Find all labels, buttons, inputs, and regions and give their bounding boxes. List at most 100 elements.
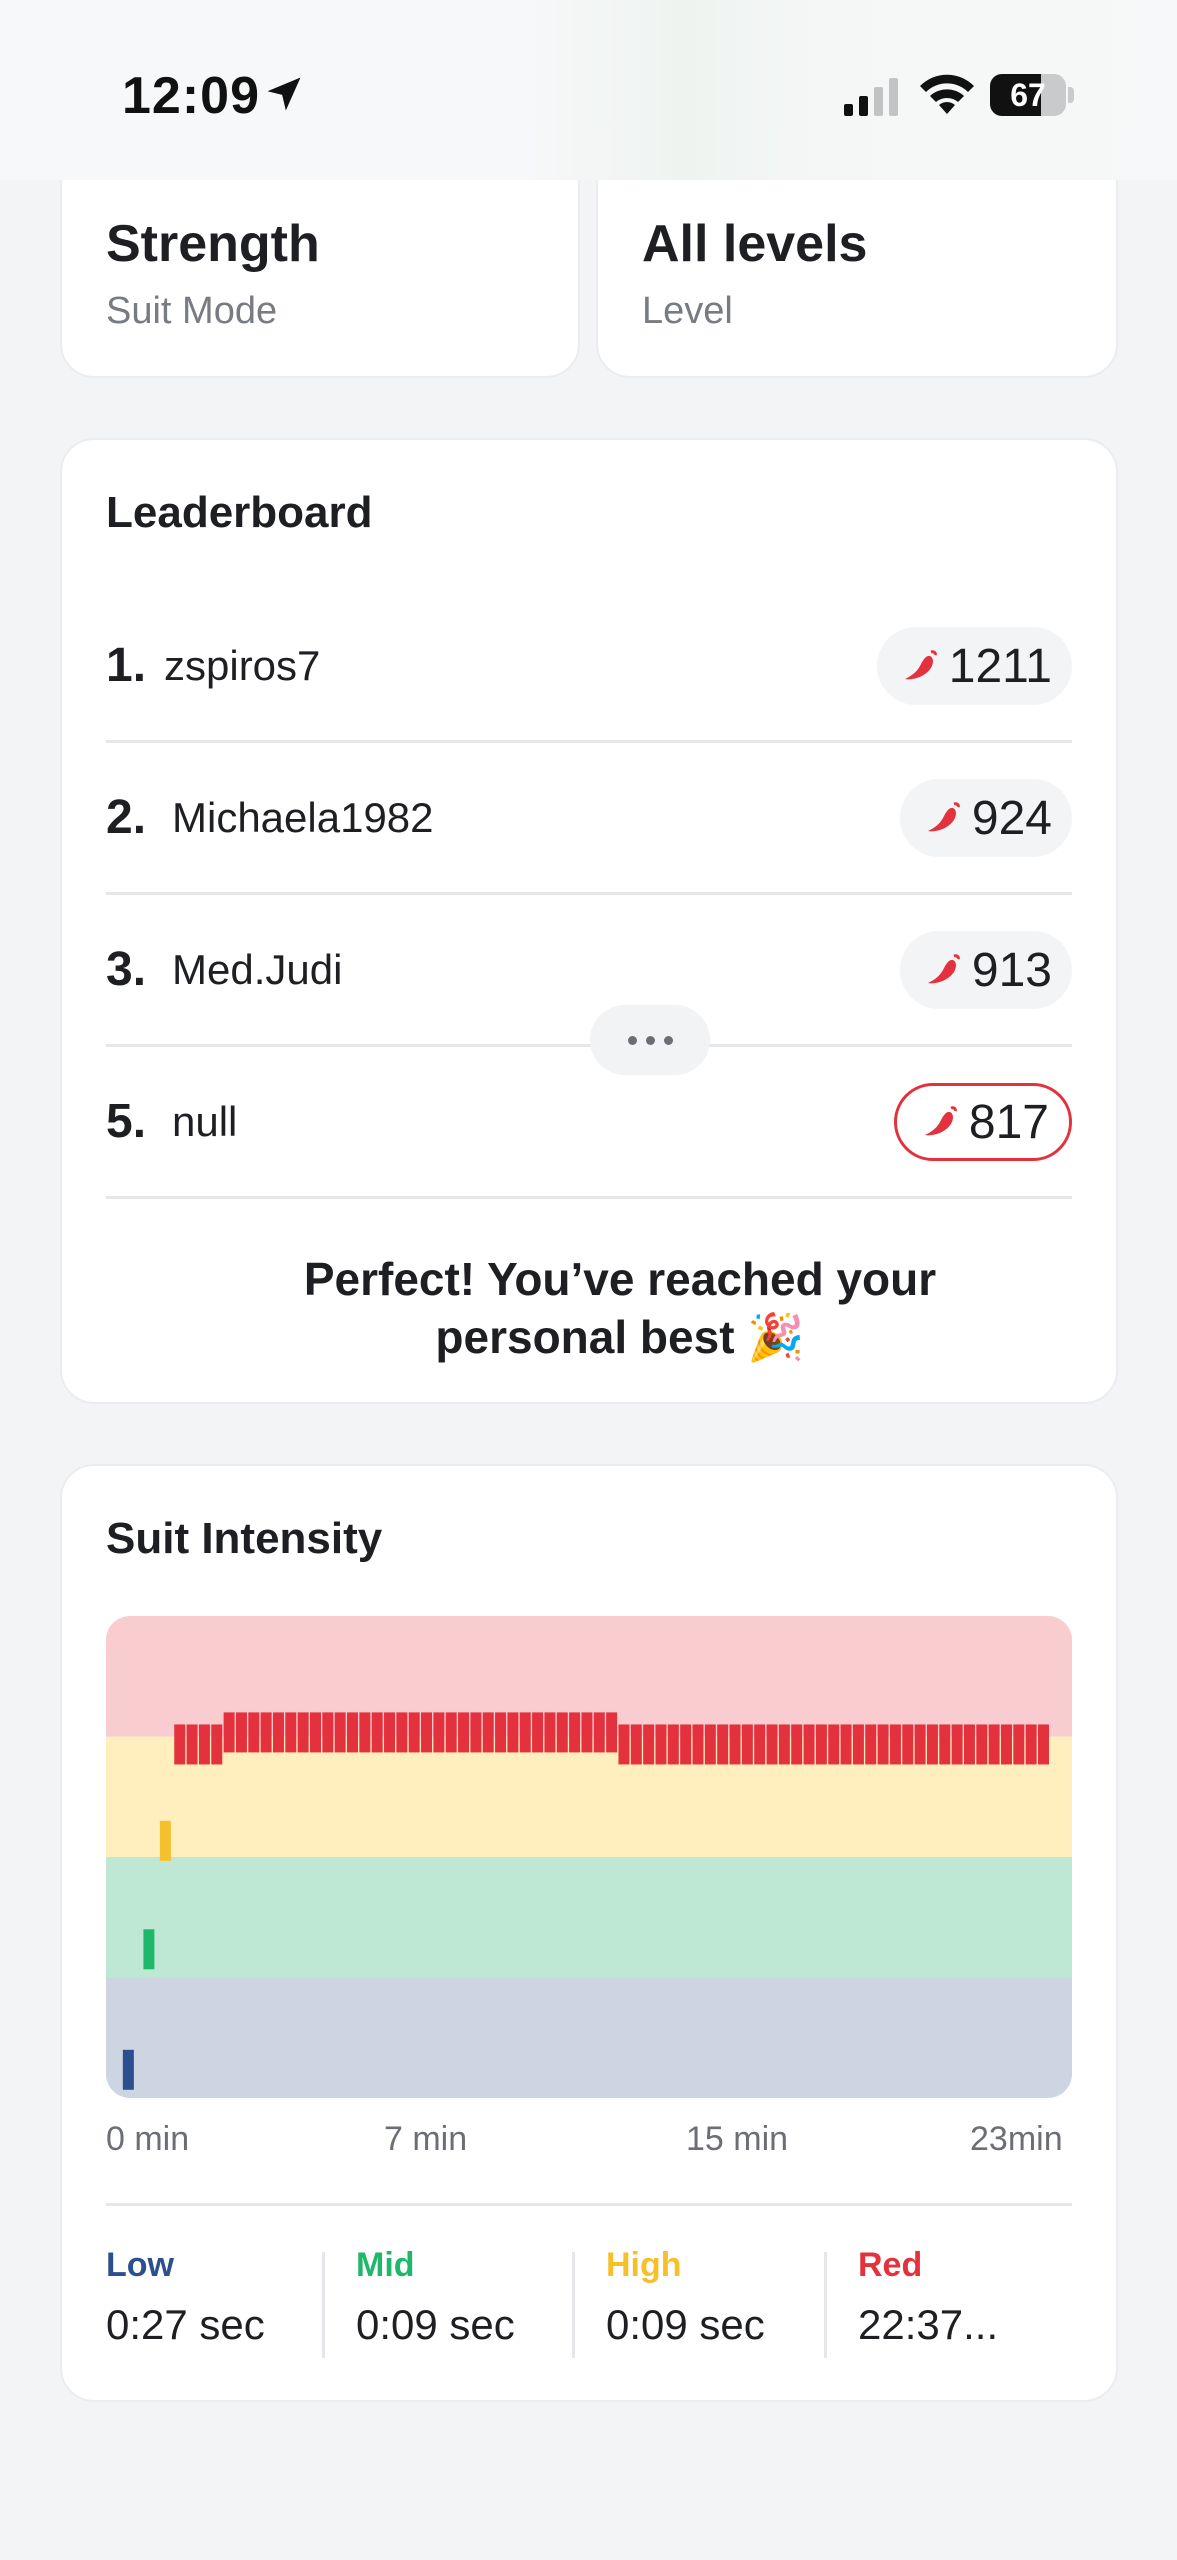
stat-divider [322, 2252, 325, 2358]
suit-mode-card[interactable]: Strength Suit Mode [60, 150, 580, 378]
intensity-bar [717, 1724, 729, 1765]
intensity-bar [309, 1712, 321, 1753]
intensity-bar [606, 1712, 618, 1753]
intensity-bar [519, 1712, 531, 1753]
intensity-bar [581, 1712, 593, 1753]
ellipsis-dot [645, 1035, 655, 1045]
intensity-bar [778, 1724, 790, 1765]
stat-divider [824, 2252, 827, 2358]
username: Michaela1982 [172, 794, 434, 841]
battery-indicator: 67 [990, 74, 1074, 116]
intensity-bar [865, 1724, 877, 1765]
stat-label: Mid [356, 2246, 415, 2284]
intensity-bar [680, 1724, 692, 1765]
intensity-bar [828, 1724, 840, 1765]
username: null [172, 1098, 238, 1145]
intensity-bar [593, 1712, 605, 1753]
intensity-bar [914, 1724, 926, 1765]
stat-value: 0:09 sec [356, 2301, 515, 2348]
score-value: 924 [971, 791, 1052, 845]
stat-red: Red 22:37... [858, 2246, 998, 2349]
intensity-chart-svg [106, 1616, 1072, 2098]
intensity-bar [939, 1724, 951, 1765]
location-arrow-icon [267, 77, 301, 111]
score-badge: 924 [899, 779, 1072, 857]
score-value: 1211 [948, 639, 1052, 693]
intensity-bar [926, 1724, 938, 1765]
leaderboard-title: Leaderboard [106, 488, 373, 537]
intensity-bar [840, 1724, 852, 1765]
leaderboard-card: Leaderboard 1. zspiros7 1211 2. Michaela… [60, 438, 1118, 1404]
ellipsis-dot [663, 1035, 673, 1045]
intensity-bar [396, 1712, 408, 1753]
stat-label: Low [106, 2246, 174, 2284]
intensity-bar [223, 1712, 235, 1753]
level-label: Level [642, 290, 733, 332]
suit-intensity-title: Suit Intensity [106, 1514, 383, 1563]
status-time: 12:09 [122, 67, 260, 125]
score-badge: 1211 [876, 627, 1072, 705]
x-tick-label: 7 min [384, 2120, 468, 2158]
chart-divider [106, 2203, 1072, 2206]
intensity-bar [544, 1712, 556, 1753]
intensity-bar [902, 1724, 914, 1765]
intensity-bar [421, 1712, 433, 1753]
rank-number: 5. [106, 1095, 147, 1148]
score-badge: 913 [899, 931, 1072, 1009]
intensity-bar [174, 1724, 186, 1765]
x-tick-label: 0 min [106, 2120, 190, 2158]
intensity-bar [322, 1712, 334, 1753]
intensity-bar [334, 1712, 346, 1753]
intensity-bar [235, 1712, 247, 1753]
intensity-bar [198, 1724, 210, 1765]
intensity-bar [359, 1712, 371, 1753]
username: zspiros7 [164, 642, 321, 689]
x-tick-label: 23min [970, 2120, 1063, 2158]
intensity-bar [186, 1724, 198, 1765]
intensity-bar [347, 1712, 358, 1753]
leaderboard-row[interactable]: 3. Med.Judi 913 [106, 894, 1072, 1046]
intensity-band-mid [106, 1857, 1072, 1978]
intensity-bar [1000, 1724, 1012, 1765]
cellular-signal-icon [844, 78, 898, 116]
intensity-bar [445, 1712, 457, 1753]
intensity-bar [754, 1724, 766, 1765]
stat-label: Red [858, 2246, 923, 2284]
intensity-bar [1037, 1724, 1049, 1765]
intensity-bar [815, 1724, 827, 1765]
ellipsis-dot [627, 1035, 637, 1045]
intensity-bar [704, 1724, 716, 1765]
suit-mode-value: Strength [106, 215, 320, 273]
intensity-bar [729, 1724, 741, 1765]
leaderboard-row[interactable]: 1. zspiros7 1211 [106, 590, 1072, 742]
intensity-bar [211, 1724, 223, 1765]
intensity-bar [532, 1712, 544, 1753]
battery-percent: 67 [1010, 77, 1046, 113]
x-tick-label: 15 min [686, 2120, 789, 2158]
stat-divider [572, 2252, 575, 2358]
intensity-bar [618, 1724, 630, 1765]
leaderboard-row-current-user[interactable]: 5. null 817 [106, 1046, 1072, 1198]
intensity-bar [852, 1724, 864, 1765]
chili-pepper-icon [927, 954, 960, 984]
intensity-bar [803, 1724, 815, 1765]
intensity-bar [1013, 1724, 1025, 1765]
level-card[interactable]: All levels Level [596, 150, 1118, 378]
stat-value: 22:37... [858, 2301, 999, 2348]
intensity-bar [556, 1712, 568, 1753]
intensity-bar [630, 1724, 642, 1765]
stat-high: High 0:09 sec [606, 2246, 765, 2349]
intensity-bar [766, 1724, 778, 1765]
intensity-bar [963, 1724, 975, 1765]
intensity-bar [458, 1712, 470, 1753]
intensity-bar [667, 1724, 679, 1765]
leaderboard-row[interactable]: 2. Michaela1982 924 [106, 742, 1072, 894]
intensity-bar [655, 1724, 667, 1765]
intensity-bar [877, 1724, 889, 1765]
wifi-icon [920, 74, 974, 114]
intensity-bar [951, 1724, 963, 1765]
score-badge-highlighted: 817 [893, 1083, 1072, 1161]
stat-value: 0:09 sec [606, 2301, 765, 2348]
chili-pepper-icon [924, 1106, 957, 1136]
chili-pepper-icon [904, 650, 937, 680]
